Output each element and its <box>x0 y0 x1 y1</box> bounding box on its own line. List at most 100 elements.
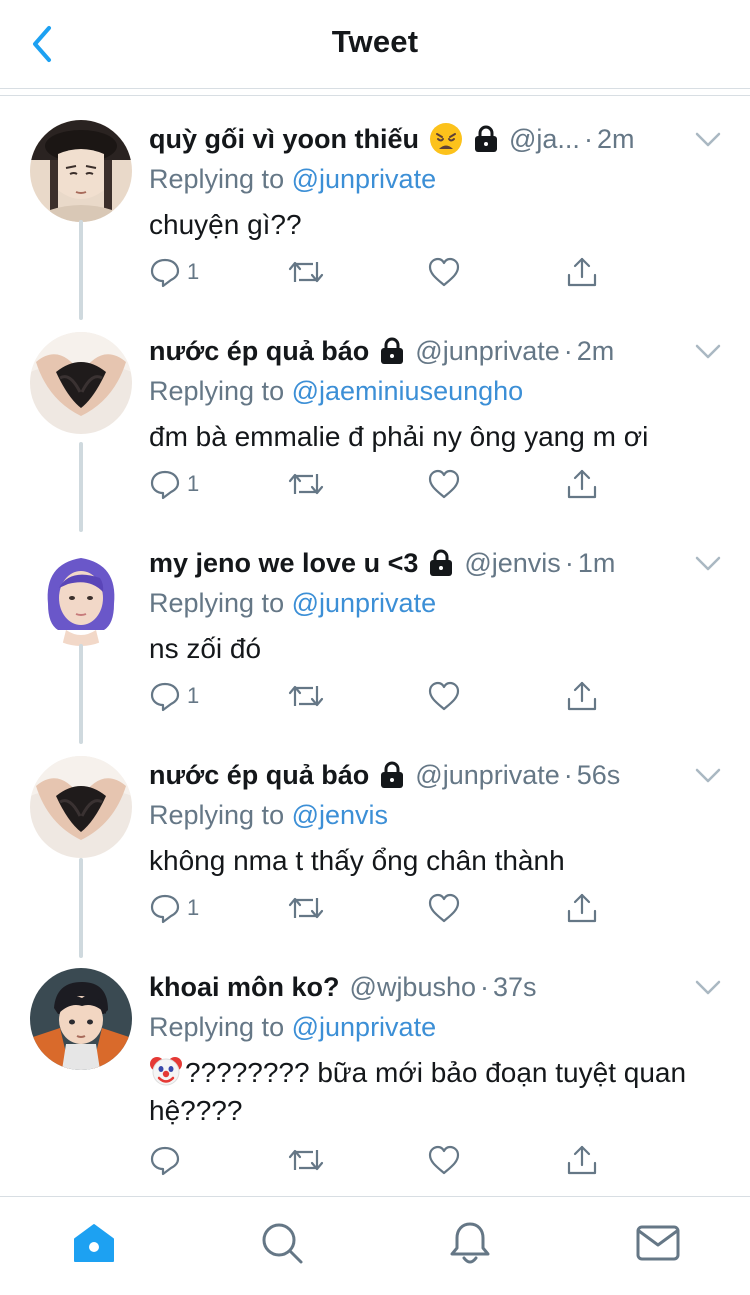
notifications-icon <box>450 1222 490 1264</box>
tweet-text: ns zối đó <box>149 633 262 664</box>
reply-icon <box>150 682 180 712</box>
retweet-button[interactable] <box>287 890 325 926</box>
retweet-icon <box>288 261 324 283</box>
share-icon <box>567 1145 597 1175</box>
replying-to-label: Replying to <box>149 588 285 618</box>
share-icon <box>567 257 597 287</box>
timestamp[interactable]: 56s <box>577 758 621 792</box>
tweet-header: khoai môn ko? @wjbusho · 37s <box>149 970 689 1004</box>
reply-count: 1 <box>187 895 200 920</box>
tweet-1[interactable]: quỳ gối vì yoon thiếu @ja... · 2m Replyi… <box>0 104 750 320</box>
user-handle[interactable]: @junprivate <box>415 758 559 792</box>
replying-to-label: Replying to <box>149 800 285 830</box>
timestamp[interactable]: 2m <box>597 122 635 156</box>
tab-home[interactable] <box>70 1219 118 1267</box>
weary-face-emoji-icon <box>429 122 463 156</box>
display-name[interactable]: khoai môn ko? <box>149 970 340 1004</box>
avatar[interactable] <box>30 544 132 646</box>
heart-icon <box>428 469 460 499</box>
separator-dot: · <box>480 972 490 1002</box>
avatar[interactable] <box>30 968 132 1070</box>
tab-search[interactable] <box>258 1219 306 1267</box>
tweet-actions: 1 <box>149 890 609 930</box>
tweet-actions: 1 <box>149 466 609 506</box>
share-button[interactable] <box>565 466 599 502</box>
like-button[interactable] <box>427 254 461 290</box>
tweet-text: đm bà emmalie đ phải ny ông yang m ơi <box>149 421 649 452</box>
replying-to-label: Replying to <box>149 164 285 194</box>
tweet-actions: 1 <box>149 678 609 718</box>
display-name[interactable]: nước ép quả báo <box>149 758 369 792</box>
thread-connector <box>79 220 83 314</box>
reply-button[interactable]: 1 <box>149 466 199 502</box>
reply-mention-link[interactable]: @junprivate <box>292 164 436 194</box>
chevron-down-icon[interactable] <box>694 130 722 150</box>
tweet-2[interactable]: nước ép quả báo @junprivate · 2m Replyin… <box>0 220 750 532</box>
tweet-text: không nma t thấy ổng chân thành <box>149 845 565 876</box>
tweet-5[interactable]: khoai môn ko? @wjbusho · 37s Replying to… <box>0 858 750 1194</box>
share-icon <box>567 469 597 499</box>
like-button[interactable] <box>427 890 461 926</box>
user-handle[interactable]: @jenvis <box>464 546 560 580</box>
retweet-button[interactable] <box>287 254 325 290</box>
tweet-text: ???????? bữa mới bảo đoạn tuyệt quan hệ?… <box>149 1054 729 1130</box>
timestamp[interactable]: 1m <box>578 546 616 580</box>
reply-button[interactable]: 1 <box>149 254 199 290</box>
replying-to: Replying to @junprivate <box>149 162 436 196</box>
replying-to: Replying to @junprivate <box>149 1010 436 1044</box>
display-name[interactable]: nước ép quả báo <box>149 334 369 368</box>
share-button[interactable] <box>565 1142 599 1178</box>
avatar[interactable] <box>30 120 132 222</box>
tweet-header: nước ép quả báo @junprivate · 56s <box>149 758 689 792</box>
like-button[interactable] <box>427 678 461 714</box>
reply-button[interactable]: 1 <box>149 678 199 714</box>
home-icon <box>74 1224 114 1262</box>
separator-dot: · <box>564 548 574 578</box>
like-button[interactable] <box>427 466 461 502</box>
user-handle[interactable]: @ja... <box>509 122 580 156</box>
chevron-down-icon[interactable] <box>694 554 722 574</box>
tweet-actions <box>149 1142 609 1182</box>
tab-notifications[interactable] <box>446 1219 494 1267</box>
chevron-down-icon[interactable] <box>694 342 722 362</box>
chevron-down-icon[interactable] <box>694 766 722 786</box>
heart-icon <box>428 1145 460 1175</box>
lock-icon <box>473 124 499 154</box>
user-handle[interactable]: @junprivate <box>415 334 559 368</box>
replying-to: Replying to @jaeminiuseungho <box>149 374 523 408</box>
display-name[interactable]: quỳ gối vì yoon thiếu <box>149 122 419 156</box>
retweet-button[interactable] <box>287 1142 325 1178</box>
reply-mention-link[interactable]: @junprivate <box>292 588 436 618</box>
reply-mention-link[interactable]: @jaeminiuseungho <box>292 376 524 406</box>
display-name[interactable]: my jeno we love u <3 <box>149 546 418 580</box>
share-button[interactable] <box>565 254 599 290</box>
reply-count: 1 <box>187 259 200 284</box>
share-button[interactable] <box>565 678 599 714</box>
retweet-button[interactable] <box>287 678 325 714</box>
retweet-icon <box>288 685 324 707</box>
clown-face-emoji-icon <box>150 1057 182 1086</box>
reply-mention-link[interactable]: @junprivate <box>292 1012 436 1042</box>
timestamp[interactable]: 2m <box>577 334 615 368</box>
avatar[interactable] <box>30 756 132 858</box>
like-button[interactable] <box>427 1142 461 1178</box>
reply-button[interactable] <box>149 1142 187 1178</box>
share-button[interactable] <box>565 890 599 926</box>
reply-mention-link[interactable]: @jenvis <box>292 800 388 830</box>
messages-icon <box>636 1225 680 1261</box>
replying-to: Replying to @jenvis <box>149 798 388 832</box>
retweet-button[interactable] <box>287 466 325 502</box>
tweet-text-content: ???????? bữa mới bảo đoạn tuyệt quan hệ?… <box>149 1057 687 1126</box>
replying-to-label: Replying to <box>149 1012 285 1042</box>
chevron-down-icon[interactable] <box>694 978 722 998</box>
tab-messages[interactable] <box>634 1219 682 1267</box>
heart-icon <box>428 893 460 923</box>
tweet-4[interactable]: nước ép quả báo @junprivate · 56s Replyi… <box>0 644 750 958</box>
user-handle[interactable]: @wjbusho <box>350 970 476 1004</box>
top-navigation-bar: Tweet <box>0 0 750 89</box>
retweet-icon <box>288 1149 324 1171</box>
avatar[interactable] <box>30 332 132 434</box>
timestamp[interactable]: 37s <box>493 970 537 1004</box>
reply-button[interactable]: 1 <box>149 890 199 926</box>
tweet-3[interactable]: my jeno we love u <3 @jenvis · 1m Replyi… <box>0 444 750 744</box>
